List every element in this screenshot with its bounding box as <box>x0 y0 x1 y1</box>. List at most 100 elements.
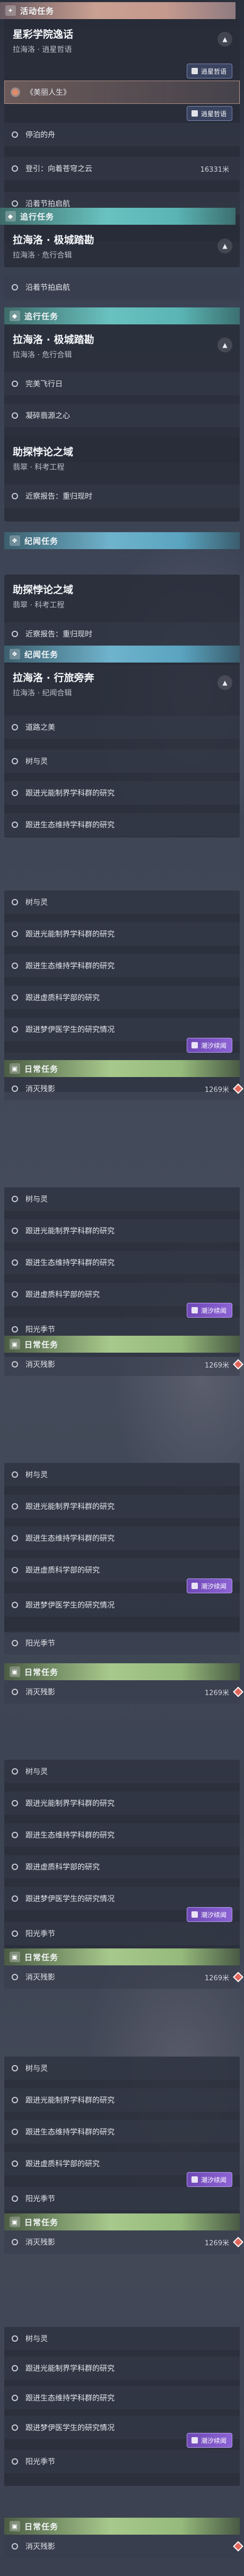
quest-step-xiaoxiao[interactable]: 消灭残影 1269米 <box>4 1680 243 1704</box>
step-label: 树与灵 <box>25 2335 48 2343</box>
quest-step-xiaoyu[interactable]: 道路之美 <box>4 716 240 739</box>
quest-step-heaven[interactable]: 登引：向着苍穹之云 16331米 <box>4 157 240 180</box>
quest-step-ship[interactable]: 停泊的舟 <box>4 123 240 146</box>
quest-step-flying[interactable]: 完美飞行日 <box>4 372 240 395</box>
tag-fazhi[interactable]: 潮汐续闻 <box>186 1038 232 1053</box>
quest-step-shuyu[interactable]: 树与灵 <box>4 890 240 914</box>
quest-step-shuyu[interactable]: 树与灵 <box>4 749 240 773</box>
quest-step-beauty[interactable]: 《美丽人生》 <box>4 81 240 104</box>
quest-step-xiaoxiao[interactable]: 消灭残影 1269米 <box>4 2230 243 2254</box>
chevron-up-icon[interactable]: ▲ <box>217 32 232 47</box>
quest-step-shuyu[interactable]: 树与灵 <box>4 2327 240 2350</box>
step-label: 阳光季节 <box>25 2195 55 2203</box>
radio-icon <box>12 994 18 1001</box>
quest-header[interactable]: 星彩学院逸话 拉海洛 · 逍星哲语 ▲ <box>4 19 240 59</box>
section-header-follow-2[interactable]: ◆ 追行任务 <box>4 307 240 324</box>
quest-step-yangguang[interactable]: 阳光季节 <box>4 2450 240 2473</box>
tag-chase[interactable]: 逍星哲语 <box>186 64 232 78</box>
quest-step-revisit2[interactable]: 近察报告：重归现时 <box>4 622 240 646</box>
alert-icon <box>233 1687 243 1697</box>
quest-step-yangguang[interactable]: 阳光季节 <box>4 1631 240 1655</box>
quest-card-lahai-a: 拉海洛 · 极城踏勘 拉海洛 · 危行合辑 ▲ <box>4 225 240 267</box>
radio-icon <box>12 1602 18 1608</box>
quest-subtitle: 拉海洛 · 逍星哲语 <box>13 46 72 54</box>
section-header-daily-5[interactable]: ▣ 日常任务 <box>4 2213 240 2230</box>
section-header-daily[interactable]: ▣ 日常任务 <box>4 1060 240 1077</box>
section-header-legend[interactable]: ❖ 纪闻任务 <box>4 532 240 549</box>
distance: 16331米 <box>200 165 229 174</box>
calendar-icon: ▣ <box>10 1339 20 1349</box>
tag-fazhi[interactable]: 潮汐续闻 <box>186 1303 232 1318</box>
quest-step-guangcheng[interactable]: 跟进光能制界学科群的研究 <box>4 2088 240 2112</box>
quest-step-revisit1[interactable]: 近察报告：重归现时 <box>4 484 240 508</box>
radio-icon <box>12 131 18 138</box>
section-header-legend-2[interactable]: ❖ 纪闻任务 <box>4 646 240 663</box>
quest-step-shengtai[interactable]: 跟进生态维持学科群的研究 <box>4 1527 240 1550</box>
quest-step-guangcheng[interactable]: 跟进光能制界学科群的研究 <box>4 1495 240 1518</box>
step-label: 近察报告：重归现时 <box>25 630 92 639</box>
step-label: 跟进虚质科学部的研究 <box>25 1566 100 1575</box>
quest-subtitle: 翡翠 · 科考工程 <box>13 601 65 610</box>
step-label: 跟进虚质科学部的研究 <box>25 1291 100 1299</box>
quest-step-yangguang[interactable]: 阳光季节 <box>4 2187 240 2210</box>
quest-step-shuyu[interactable]: 树与灵 <box>4 1463 240 1486</box>
quest-header[interactable]: 拉海洛 · 极城踏勘 拉海洛 · 危行合辑 ▲ <box>4 324 240 366</box>
quest-step-xiaoxiao[interactable]: 消灭残影 <box>4 2535 243 2558</box>
quest-step-shengtai[interactable]: 跟进生态维持学科群的研究 <box>4 2120 240 2143</box>
quest-step-shengtai[interactable]: 跟进生态维持学科群的研究 <box>4 813 240 836</box>
section-header-daily-3[interactable]: ▣ 日常任务 <box>4 1663 240 1680</box>
chevron-up-icon[interactable]: ▲ <box>217 338 232 352</box>
section-header-daily-2[interactable]: ▣ 日常任务 <box>4 1336 240 1353</box>
radio-icon <box>12 1800 18 1806</box>
alert-icon <box>233 2237 243 2247</box>
section-label: 日常任务 <box>24 2217 59 2227</box>
quest-step-shengtai[interactable]: 跟进生态维持学科群的研究 <box>4 2386 240 2410</box>
radio-icon <box>12 1567 18 1573</box>
quest-step-guangcheng[interactable]: 跟进光能制界学科群的研究 <box>4 781 240 805</box>
quest-step-heart[interactable]: 凝碎翡源之心 <box>4 404 240 427</box>
quest-step-xiaoxiao[interactable]: 消灭残影 1269米 <box>4 1965 243 1989</box>
quest-title: 助探悖论之域 <box>13 584 74 596</box>
section-header-event[interactable]: ✦ 活动任务 <box>0 2 236 19</box>
tag-fazhi[interactable]: 潮汐续闻 <box>186 2433 232 2448</box>
quest-header[interactable]: 助探悖论之域 翡翠 · 科考工程 <box>4 437 240 477</box>
quest-step-guangcheng[interactable]: 跟进光能制界学科群的研究 <box>4 2357 240 2380</box>
quest-step-shengtai[interactable]: 跟进生态维持学科群的研究 <box>4 1823 240 1847</box>
quest-header[interactable]: 拉海洛 · 行旅旁奔 拉海洛 · 纪闻合辑 ▲ <box>4 663 240 703</box>
quest-step-wuzhi[interactable]: 跟进虚质科学部的研究 <box>4 986 240 1009</box>
step-label: 阳光季节 <box>25 1930 55 1938</box>
quest-step-mengbo[interactable]: 跟进梦伊医学生的研究情况 <box>4 1593 240 1617</box>
tag-fazhi[interactable]: 潮汐续闻 <box>186 2172 232 2187</box>
step-label: 沿着节拍启航 <box>25 200 70 208</box>
section-header-daily-4[interactable]: ▣ 日常任务 <box>4 1948 240 1965</box>
section-header-follow[interactable]: ◆ 追行任务 <box>0 208 236 225</box>
quest-step-guangcheng[interactable]: 跟进光能制界学科群的研究 <box>4 1219 240 1242</box>
quest-step-shengtai[interactable]: 跟进生态维持学科群的研究 <box>4 954 240 977</box>
quest-step-yangguang[interactable]: 阳光季节 <box>4 1922 240 1945</box>
quest-step-guangcheng[interactable]: 跟进光能制界学科群的研究 <box>4 1792 240 1815</box>
quest-step-guangcheng[interactable]: 跟进光能制界学科群的研究 <box>4 922 240 946</box>
section-label: 追行任务 <box>20 211 55 222</box>
tag-fazhi[interactable]: 潮汐续闻 <box>186 1578 232 1593</box>
tag-fazhi[interactable]: 潮汐续闻 <box>186 1907 232 1922</box>
quest-subtitle: 翡翠 · 科考工程 <box>13 463 65 472</box>
quest-step-shuyu[interactable]: 树与灵 <box>4 1760 240 1783</box>
quest-step-xiaoxiao[interactable]: 消灭残影 1269米 <box>4 1353 243 1376</box>
quest-step-xiaoxiao[interactable]: 消灭残影 1269米 <box>4 1077 243 1100</box>
chevron-up-icon[interactable]: ▲ <box>217 675 232 690</box>
quest-header[interactable]: 拉海洛 · 极城踏勘 拉海洛 · 危行合辑 ▲ <box>4 225 240 267</box>
quest-header[interactable]: 助探悖论之域 翡翠 · 科考工程 <box>4 575 240 615</box>
radio-icon <box>12 2543 18 2549</box>
section-header-daily-6[interactable]: ▣ 日常任务 <box>4 2518 240 2535</box>
radio-icon <box>12 2395 18 2401</box>
quest-step-wuzhi[interactable]: 跟进虚质科学部的研究 <box>4 1855 240 1878</box>
step-label: 跟进虚质科学部的研究 <box>25 1863 100 1872</box>
tag-chase-2[interactable]: 逍星哲语 <box>186 106 232 121</box>
quest-step-shuyu[interactable]: 树与灵 <box>4 1187 240 1211</box>
chevron-up-icon[interactable]: ▲ <box>217 239 232 253</box>
quest-step-shuyu[interactable]: 树与灵 <box>4 2057 240 2080</box>
quest-step-trace2[interactable]: 沿着节拍启航 <box>4 276 240 299</box>
quest-step-shengtai[interactable]: 跟进生态维持学科群的研究 <box>4 1251 240 1274</box>
step-label: 跟进光能制界学科群的研究 <box>25 789 115 798</box>
step-label: 跟进生态维持学科群的研究 <box>25 1259 115 1267</box>
